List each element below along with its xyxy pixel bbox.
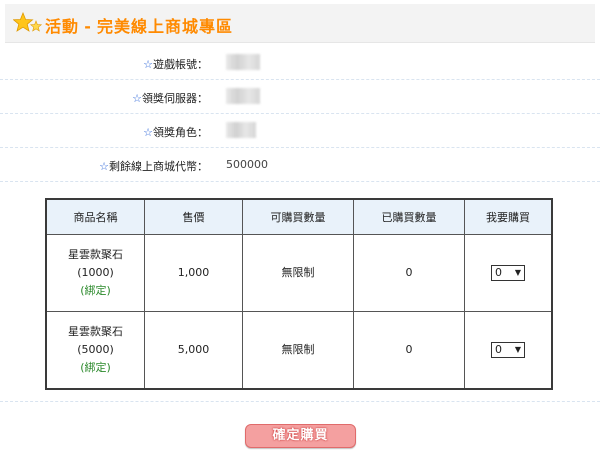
limit-cell: 無限制 — [242, 234, 354, 312]
price-cell: 5,000 — [144, 311, 243, 390]
product-name-cell: 星雲款聚石 (5000) (綁定) — [45, 311, 145, 390]
star-icon: ☆ — [143, 126, 153, 139]
product-name-cell: 星雲款聚石 (1000) (綁定) — [45, 234, 145, 312]
bought-cell: 0 — [353, 234, 465, 312]
product-bind-label: (綁定) — [80, 284, 111, 297]
quantity-select[interactable]: 0 ▼ — [491, 265, 525, 281]
character-label: ☆領獎角色： — [143, 126, 208, 139]
col-bought-qty: 已購買數量 — [353, 198, 465, 235]
limit-cell: 無限制 — [242, 311, 354, 390]
tokens-value: 500000 — [226, 158, 268, 171]
product-name: 星雲款聚石 — [68, 248, 123, 261]
table-header-row: 商品名稱 售價 可購買數量 已購買數量 我要購買 — [45, 198, 553, 235]
account-info: ☆遊戲帳號： ☆領獎伺服器： ☆領獎角色： ☆剩餘線上商城代幣： 500000 — [0, 46, 600, 182]
product-table: 商品名稱 售價 可購買數量 已購買數量 我要購買 星雲款聚石 (1000) (綁… — [45, 198, 553, 390]
bought-cell: 0 — [353, 311, 465, 390]
account-label: ☆遊戲帳號： — [143, 58, 208, 71]
page-title: 活動 - 完美線上商城專區 — [45, 13, 233, 37]
col-buy: 我要購買 — [464, 198, 553, 235]
page-header: 活動 - 完美線上商城專區 — [5, 4, 595, 43]
buy-cell: 0 ▼ — [464, 234, 553, 312]
info-row-tokens: ☆剩餘線上商城代幣： 500000 — [0, 148, 600, 182]
title-activity: 活動 — [45, 17, 80, 36]
tokens-label: ☆剩餘線上商城代幣： — [99, 160, 208, 173]
star-icon: ☆ — [99, 160, 109, 173]
quantity-select[interactable]: 0 ▼ — [491, 342, 525, 358]
col-product-name: 商品名稱 — [45, 198, 145, 235]
col-max-qty: 可購買數量 — [242, 198, 354, 235]
table-row: 星雲款聚石 (5000) (綁定) 5,000 無限制 0 0 ▼ — [45, 311, 553, 390]
info-row-account: ☆遊戲帳號： — [0, 46, 600, 80]
chevron-down-icon: ▼ — [514, 268, 521, 277]
info-row-server: ☆領獎伺服器： — [0, 80, 600, 114]
divider — [0, 401, 600, 402]
product-qty-label: (5000) — [77, 343, 114, 356]
confirm-purchase-button[interactable]: 確定購買 — [245, 424, 356, 448]
server-value-redacted — [226, 88, 260, 104]
server-label: ☆領獎伺服器： — [132, 92, 208, 105]
product-qty-label: (1000) — [77, 266, 114, 279]
buy-cell: 0 ▼ — [464, 311, 553, 390]
product-bind-label: (綁定) — [80, 361, 111, 374]
quantity-select-value: 0 — [495, 266, 502, 279]
col-price: 售價 — [144, 198, 243, 235]
chevron-down-icon: ▼ — [514, 345, 521, 354]
star-icon: ☆ — [132, 92, 142, 105]
price-cell: 1,000 — [144, 234, 243, 312]
table-row: 星雲款聚石 (1000) (綁定) 1,000 無限制 0 0 ▼ — [45, 234, 553, 312]
stars-icon — [13, 12, 43, 32]
info-row-character: ☆領獎角色： — [0, 114, 600, 148]
product-name: 星雲款聚石 — [68, 325, 123, 338]
account-value-redacted — [226, 54, 260, 70]
star-icon: ☆ — [143, 58, 153, 71]
character-value-redacted — [226, 122, 256, 138]
quantity-select-value: 0 — [495, 343, 502, 356]
title-separator: - — [84, 17, 92, 36]
title-mall: 完美線上商城專區 — [97, 17, 234, 36]
